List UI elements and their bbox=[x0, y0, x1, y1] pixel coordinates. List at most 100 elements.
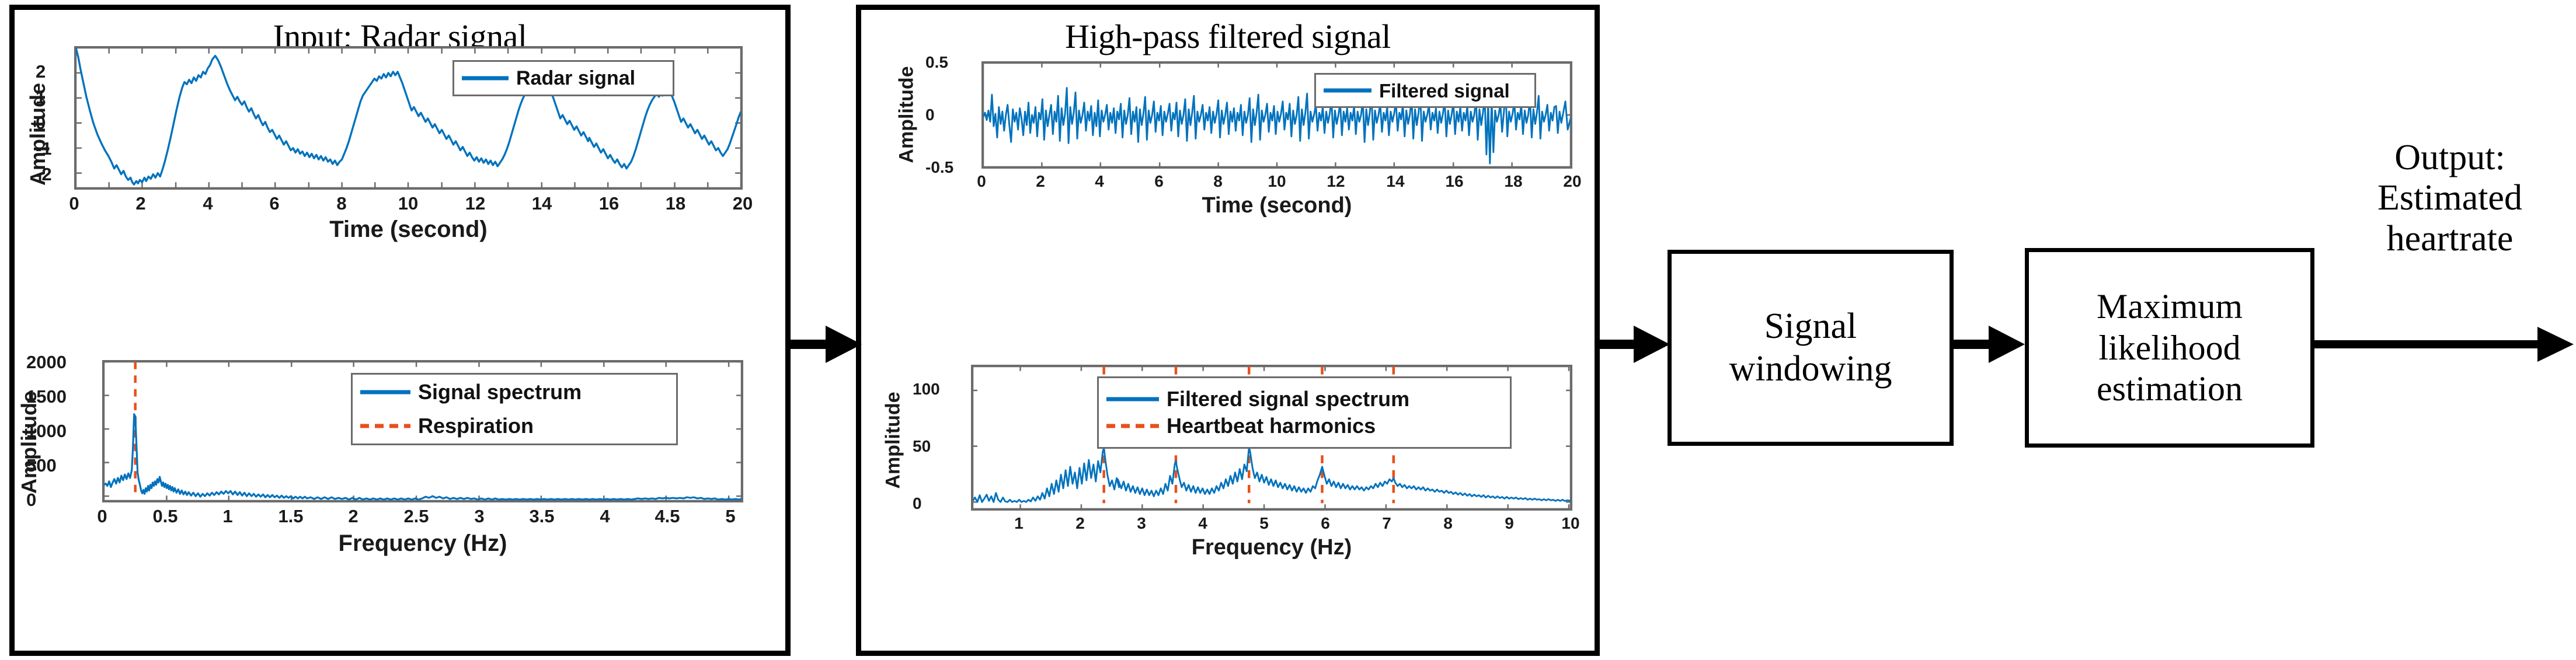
process-box-signal-windowing-label: Signal windowing bbox=[1729, 305, 1892, 390]
ytick: 0.5 bbox=[925, 53, 948, 71]
panel-filtered-title: High-pass filtered signal bbox=[1065, 18, 1391, 55]
arrow-filtered-to-windowing bbox=[1599, 320, 1671, 369]
chart-input-time-xlabel: Time (second) bbox=[329, 216, 488, 242]
label-line: Signal bbox=[1764, 306, 1857, 346]
chart-filtered-spectrum-xlabel: Frequency (Hz) bbox=[1191, 535, 1352, 560]
xtick: 2 bbox=[1036, 172, 1045, 190]
xtick: 18 bbox=[665, 193, 686, 214]
legend-line-dashed-icon bbox=[1105, 421, 1161, 431]
xtick: 6 bbox=[1321, 514, 1330, 532]
label-line: Maximum bbox=[2097, 287, 2243, 326]
chart-input-spectrum-xlabel: Frequency (Hz) bbox=[338, 530, 507, 556]
xtick: 4 bbox=[1198, 514, 1207, 532]
xtick: 1.5 bbox=[278, 506, 304, 526]
xtick: 16 bbox=[1445, 172, 1464, 190]
legend-row: Filtered signal bbox=[1322, 81, 1529, 100]
xtick: 9 bbox=[1505, 514, 1514, 532]
panel-input-radar-signal: Input: Radar signal Amplitude 2 1 0 -1 -… bbox=[9, 5, 791, 656]
xtick: 5 bbox=[725, 506, 736, 526]
pipeline-diagram: Input: Radar signal Amplitude 2 1 0 -1 -… bbox=[0, 0, 2576, 660]
legend-row: Heartbeat harmonics bbox=[1105, 415, 1504, 436]
xtick: 14 bbox=[531, 193, 552, 214]
ytick: 1500 bbox=[26, 386, 67, 407]
xtick: 2 bbox=[1075, 514, 1085, 532]
legend-line-solid-icon bbox=[460, 74, 510, 83]
xtick: 4 bbox=[600, 506, 610, 526]
xtick: 8 bbox=[336, 193, 347, 214]
chart-filtered-time-ylabel: Amplitude bbox=[895, 66, 918, 163]
ytick: 2 bbox=[36, 61, 46, 82]
chart-filtered-time-domain: Amplitude 0.5 0 -0.5 Filtered signal 0 2… bbox=[861, 53, 1595, 236]
chart-filtered-spectrum: Amplitude 100 50 0 Filtered signal spect… bbox=[861, 365, 1595, 610]
legend-row: Signal spectrum bbox=[358, 382, 670, 403]
xtick: 0 bbox=[69, 193, 79, 214]
legend-row: Filtered signal spectrum bbox=[1105, 389, 1504, 410]
xtick: 8 bbox=[1443, 514, 1453, 532]
xtick: 10 bbox=[1561, 514, 1580, 532]
legend-line-dashed-icon bbox=[358, 421, 412, 431]
xtick: 4 bbox=[203, 193, 213, 214]
legend-line-solid-icon bbox=[1322, 86, 1373, 95]
legend-row: Respiration bbox=[358, 415, 670, 436]
xtick: 4.5 bbox=[655, 506, 680, 526]
legend-line-solid-icon bbox=[1105, 394, 1161, 404]
ytick: 100 bbox=[913, 380, 940, 398]
ytick: 50 bbox=[913, 437, 931, 455]
legend-input-time: Radar signal bbox=[452, 60, 674, 96]
label-line: heartrate bbox=[2386, 218, 2514, 259]
process-box-maximum-likelihood-estimation[interactable]: Maximum likelihood estimation bbox=[2025, 248, 2314, 448]
xtick: 1 bbox=[1014, 514, 1024, 532]
xtick: 20 bbox=[1563, 172, 1582, 190]
xtick: 10 bbox=[398, 193, 419, 214]
arrow-input-to-filtered bbox=[791, 320, 863, 369]
xtick: 3.5 bbox=[529, 506, 555, 526]
ytick: 0 bbox=[913, 494, 922, 512]
legend-label: Heartbeat harmonics bbox=[1167, 414, 1376, 438]
legend-line-solid-icon bbox=[358, 387, 412, 397]
chart-input-spectrum: Amplitude 2000 1500 1000 500 0 Signal sp… bbox=[15, 352, 785, 605]
ytick: 0 bbox=[925, 106, 935, 124]
xtick: 20 bbox=[732, 193, 753, 214]
legend-input-spectrum: Signal spectrum Respiration bbox=[351, 373, 678, 445]
label-line: Estimated bbox=[2377, 178, 2522, 218]
label-line: estimation bbox=[2097, 369, 2243, 408]
xtick: 7 bbox=[1382, 514, 1391, 532]
panel-high-pass-filtered: High-pass filtered signal Amplitude 0.5 … bbox=[856, 5, 1600, 656]
ytick: 2000 bbox=[26, 352, 67, 372]
arrow-windowing-to-mle bbox=[1954, 320, 2026, 369]
xtick: 2 bbox=[135, 193, 146, 214]
output-heartrate-label: Output: Estimated heartrate bbox=[2333, 138, 2567, 259]
legend-row: Radar signal bbox=[460, 68, 667, 88]
ytick: -0.5 bbox=[925, 158, 954, 176]
chart-input-time-domain: Amplitude 2 1 0 -1 -2 Radar signal 0 2 4… bbox=[15, 46, 785, 242]
label-line: windowing bbox=[1729, 349, 1892, 389]
xtick: 0 bbox=[977, 172, 986, 190]
ytick: -1 bbox=[36, 138, 52, 159]
process-box-signal-windowing[interactable]: Signal windowing bbox=[1668, 250, 1954, 446]
ytick: 1000 bbox=[26, 421, 67, 441]
xtick: 10 bbox=[1268, 172, 1286, 190]
xtick: 14 bbox=[1386, 172, 1405, 190]
ytick: 0 bbox=[26, 490, 37, 510]
xtick: 2.5 bbox=[403, 506, 429, 526]
xtick: 6 bbox=[1154, 172, 1164, 190]
xtick: 1 bbox=[222, 506, 233, 526]
xtick: 5 bbox=[1259, 514, 1269, 532]
xtick: 8 bbox=[1213, 172, 1223, 190]
ytick: 0 bbox=[36, 113, 46, 133]
xtick: 12 bbox=[465, 193, 486, 214]
chart-filtered-spectrum-ylabel: Amplitude bbox=[882, 392, 904, 489]
legend-filtered-spectrum: Filtered signal spectrum Heartbeat harmo… bbox=[1097, 376, 1512, 449]
legend-label: Signal spectrum bbox=[418, 380, 582, 404]
legend-label: Filtered signal spectrum bbox=[1167, 387, 1410, 411]
legend-filtered-time: Filtered signal bbox=[1314, 73, 1536, 108]
process-box-mle-label: Maximum likelihood estimation bbox=[2097, 286, 2243, 410]
xtick: 2 bbox=[348, 506, 358, 526]
xtick: 3 bbox=[1137, 514, 1146, 532]
xtick: 18 bbox=[1504, 172, 1523, 190]
xtick: 16 bbox=[598, 193, 619, 214]
ytick: -2 bbox=[36, 164, 52, 184]
ytick: 1 bbox=[36, 87, 46, 107]
label-line: Output: bbox=[2394, 138, 2505, 177]
xtick: 0.5 bbox=[152, 506, 178, 526]
